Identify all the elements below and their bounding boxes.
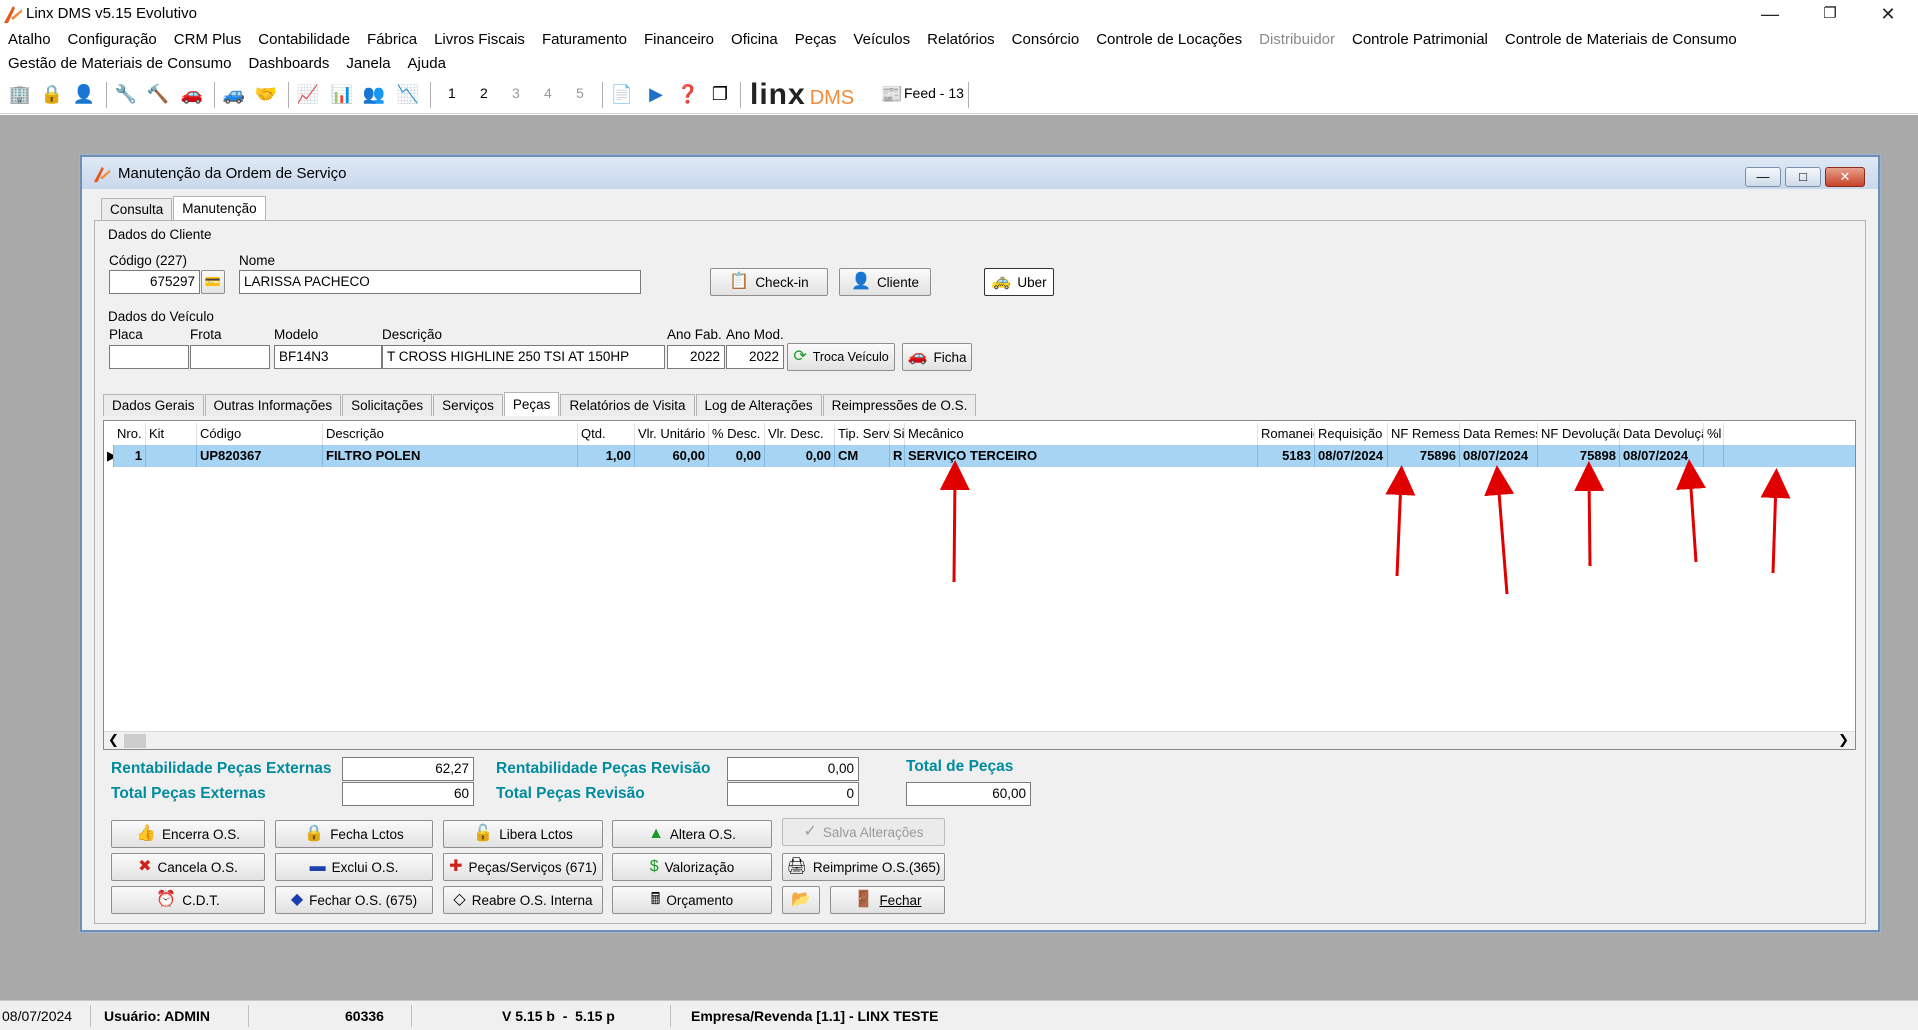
arrow-data-devolucao xyxy=(1760,468,1791,574)
status-user: Usuário: ADMIN xyxy=(104,1008,211,1024)
arrow-data-remessa xyxy=(1574,461,1605,567)
status-empresa: Empresa/Revenda [1.1] - LINX TESTE xyxy=(691,1008,939,1024)
status-code: 60336 xyxy=(345,1008,384,1024)
statusbar: 08/07/2024 Usuário: ADMIN 60336 V 5.15 b… xyxy=(0,1000,1918,1030)
annotation-arrows xyxy=(939,459,1791,595)
arrow-requisicao xyxy=(1385,465,1416,577)
arrow-sit xyxy=(939,460,970,583)
status-version: V 5.15 b - 5.15 p xyxy=(502,1008,615,1024)
arrow-nf-remessa xyxy=(1484,465,1515,595)
arrow-nf-devolucao xyxy=(1676,459,1706,563)
status-date: 08/07/2024 xyxy=(2,1008,73,1024)
